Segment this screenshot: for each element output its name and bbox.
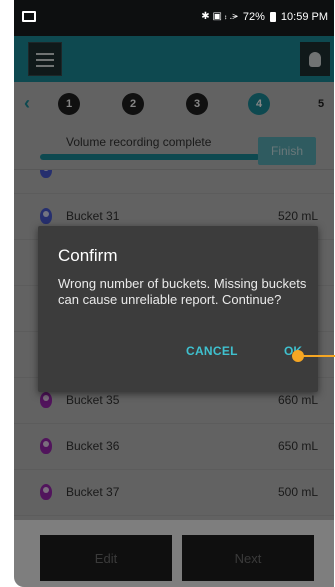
signal-icons: ✱ ▣ ⨾ .⪫ xyxy=(201,11,238,22)
cancel-button[interactable]: CANCEL xyxy=(186,344,238,358)
dialog-title: Confirm xyxy=(58,246,118,265)
clock: 10:59 PM xyxy=(280,11,328,23)
status-bar: ✱ ▣ ⨾ .⪫ 72% 10:59 PM xyxy=(14,0,334,36)
status-indicators: ✱ ▣ ⨾ .⪫ 72% 10:59 PM xyxy=(201,11,328,23)
battery-icon xyxy=(269,12,276,22)
confirm-dialog: Confirm Wrong number of buckets. Missing… xyxy=(38,226,318,392)
phone-screen: ✱ ▣ ⨾ .⪫ 72% 10:59 PM ‹ 1 2 3 4 5 Volume… xyxy=(14,0,334,587)
dialog-message: Wrong number of buckets. Missing buckets… xyxy=(58,276,307,307)
battery-level: 72% xyxy=(242,11,265,23)
annotation-pointer-dot xyxy=(292,350,304,362)
screenshot-icon xyxy=(22,11,36,22)
